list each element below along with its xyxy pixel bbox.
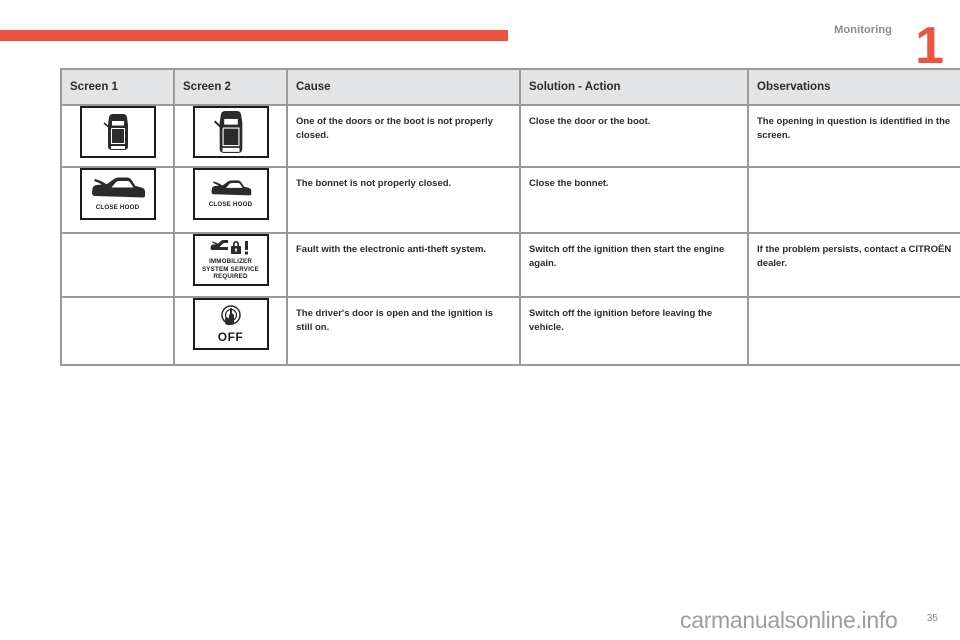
- cell-cause: The driver's door is open and the igniti…: [286, 296, 521, 366]
- column-header-screen1: Screen 1: [60, 68, 175, 106]
- table-row: IMMOBILIZER SYSTEM SERVICE REQUIRED Faul…: [60, 232, 960, 298]
- cell-screen1: [60, 232, 175, 298]
- cell-solution: Switch off the ignition before leaving t…: [519, 296, 749, 366]
- cell-cause: One of the doors or the boot is not prop…: [286, 104, 521, 168]
- cell-observations: [747, 296, 960, 366]
- cell-solution: Switch off the ignition then start the e…: [519, 232, 749, 298]
- table-header: Screen 1 Screen 2 Cause Solution - Actio…: [60, 68, 960, 106]
- car-side-hood-open-icon: CLOSE HOOD: [79, 168, 156, 220]
- table-body: One of the doors or the boot is not prop…: [60, 104, 960, 366]
- cell-observations: The opening in question is identified in…: [747, 104, 960, 168]
- site-watermark: carmanualsonline.info: [680, 607, 898, 633]
- table-row: One of the doors or the boot is not prop…: [60, 104, 960, 168]
- cause-text: One of the doors or the boot is not prop…: [296, 116, 493, 141]
- warning-messages-table: Screen 1 Screen 2 Cause Solution - Actio…: [60, 68, 960, 366]
- icon-label: CLOSE HOOD: [95, 204, 140, 212]
- cell-observations: If the problem persists, contact a CITRO…: [747, 232, 960, 298]
- car-top-view-glyph: [213, 111, 242, 153]
- page-number: 35: [926, 613, 938, 624]
- solution-text: Close the bonnet.: [529, 178, 609, 189]
- section-title: Monitoring: [834, 24, 892, 36]
- car-top-view-glyph: [103, 114, 128, 150]
- column-header-cause: Cause: [286, 68, 521, 106]
- icon-label: IMMOBILIZER SYSTEM SERVICE REQUIRED: [201, 257, 259, 281]
- chapter-number: 1: [915, 17, 944, 75]
- icon-label: OFF: [217, 329, 244, 344]
- car-top-view-door-open-icon: [192, 106, 269, 158]
- solution-text: Switch off the ignition then start the e…: [529, 244, 725, 269]
- cell-screen2: [173, 104, 288, 168]
- icon-label: CLOSE HOOD: [208, 201, 253, 209]
- immobilizer-glyph: [210, 239, 248, 255]
- column-header-screen2: Screen 2: [173, 68, 288, 106]
- cause-text: Fault with the electronic anti-theft sys…: [296, 244, 487, 255]
- car-side-hood-glyph: [211, 180, 251, 196]
- cell-screen1: CLOSE HOOD: [60, 166, 175, 234]
- ignition-key-off-icon: OFF: [192, 298, 269, 350]
- observations-text: The opening in question is identified in…: [757, 116, 951, 141]
- column-header-observations: Observations: [747, 68, 960, 106]
- observations-text: [749, 298, 960, 316]
- ignition-glyph: [220, 304, 241, 325]
- cell-screen2: IMMOBILIZER SYSTEM SERVICE REQUIRED: [173, 232, 288, 298]
- column-header-solution: Solution - Action: [519, 68, 749, 106]
- car-side-hood-glyph: [91, 177, 145, 198]
- cell-solution: Close the bonnet.: [519, 166, 749, 234]
- cell-solution: Close the door or the boot.: [519, 104, 749, 168]
- immobilizer-lock-warning-icon: IMMOBILIZER SYSTEM SERVICE REQUIRED: [192, 234, 269, 286]
- cell-screen1: [60, 296, 175, 366]
- solution-text: Switch off the ignition before leaving t…: [529, 308, 713, 333]
- observations-text: If the problem persists, contact a CITRO…: [757, 244, 952, 269]
- car-side-hood-open-icon: CLOSE HOOD: [192, 168, 269, 220]
- cell-cause: The bonnet is not properly closed.: [286, 166, 521, 234]
- solution-text: Close the door or the boot.: [529, 116, 651, 127]
- table-header-row: Screen 1 Screen 2 Cause Solution - Actio…: [60, 68, 960, 106]
- observations-text: [749, 168, 960, 186]
- cell-screen2: OFF: [173, 296, 288, 366]
- cause-text: The driver's door is open and the igniti…: [296, 308, 494, 333]
- chapter-accent-bar: [0, 30, 508, 41]
- car-top-view-door-open-icon: [79, 106, 156, 158]
- cell-screen2: CLOSE HOOD: [173, 166, 288, 234]
- cell-screen1: [60, 104, 175, 168]
- cause-text: The bonnet is not properly closed.: [296, 178, 452, 189]
- table-row: CLOSE HOOD CLOSE HOOD The bonnet is not …: [60, 166, 960, 234]
- cell-cause: Fault with the electronic anti-theft sys…: [286, 232, 521, 298]
- cell-observations: [747, 166, 960, 234]
- table-row: OFF The driver's door is open and the ig…: [60, 296, 960, 366]
